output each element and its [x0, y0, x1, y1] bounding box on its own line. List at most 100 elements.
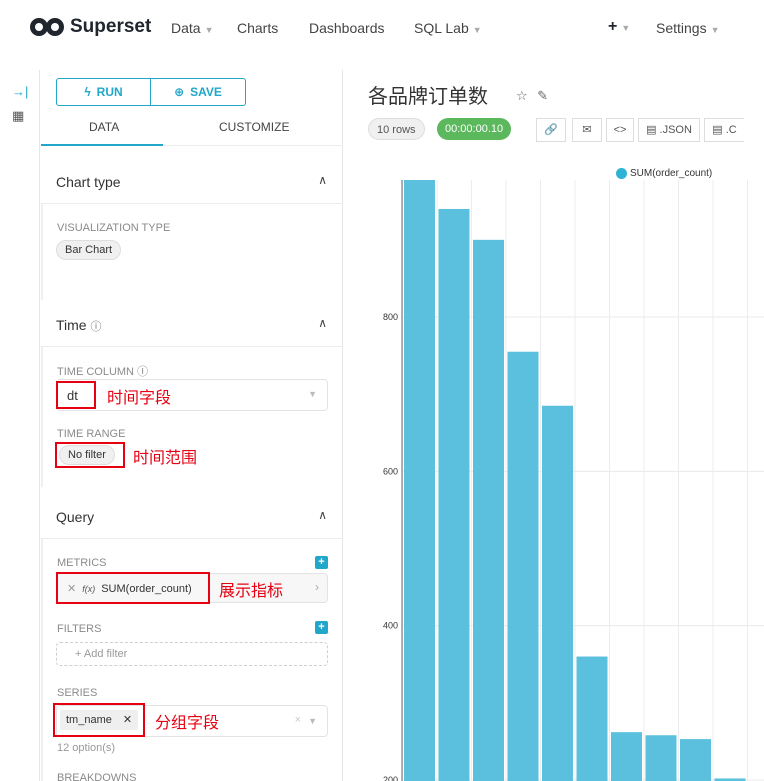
time-column-value: dt: [67, 388, 78, 403]
query-timer-badge: 00:00:00.10: [437, 118, 512, 140]
export-json-label: .JSON: [659, 124, 692, 136]
top-navbar: Superset Data ▼ Charts Dashboards SQL Lab…: [0, 0, 764, 58]
nav-new-menu[interactable]: + ▼: [608, 18, 630, 36]
time-range-label: TIME RANGE: [57, 428, 126, 440]
section-indent-bar: [41, 347, 43, 487]
metric-value: SUM(order_count): [101, 582, 192, 595]
nav-sqllab-menu[interactable]: SQL Lab ▼: [414, 20, 482, 36]
y-tick-label: 200: [383, 775, 398, 781]
dataset-grid-icon[interactable]: ▦: [12, 108, 24, 124]
run-button[interactable]: ϟ RUN: [56, 78, 151, 106]
superset-logo[interactable]: Superset: [28, 16, 151, 38]
add-metric-icon[interactable]: +: [315, 556, 328, 569]
nav-charts-link[interactable]: Charts: [237, 20, 278, 36]
run-save-group: ϟ RUN ⊕ SAVE: [56, 78, 246, 106]
save-label: SAVE: [190, 85, 222, 99]
save-button[interactable]: ⊕ SAVE: [151, 78, 246, 106]
chevron-down-icon: ▼: [621, 23, 631, 33]
series-tag[interactable]: tm_name ✕: [60, 710, 139, 730]
bar-2[interactable]: [473, 239, 504, 781]
bar-5[interactable]: [576, 656, 608, 781]
bar-chart: 200 400 600 800: [383, 180, 764, 781]
title-actions: ☆ ✎: [516, 88, 548, 104]
bar-3[interactable]: [507, 351, 539, 781]
filters-label: FILTERS: [57, 623, 102, 635]
nav-sqllab-label: SQL Lab: [414, 20, 469, 36]
edit-icon[interactable]: ✎: [537, 88, 548, 103]
chart-area: 各品牌订单数 ☆ ✎ 10 rows 00:00:00.10 🔗 ✉ <> ▤ …: [344, 70, 764, 781]
chart-title[interactable]: 各品牌订单数: [368, 80, 488, 109]
section-chart-type-header[interactable]: Chart type ∧: [41, 160, 343, 204]
section-indent-bar: [41, 539, 43, 781]
viz-type-label: VISUALIZATION TYPE: [57, 222, 171, 234]
chevron-up-icon: ∧: [318, 316, 327, 330]
brand-name: Superset: [70, 16, 152, 37]
nav-dashboards-link[interactable]: Dashboards: [309, 20, 385, 36]
metric-tag[interactable]: ✕ f(x) SUM(order_count): [67, 582, 192, 596]
nav-settings-menu[interactable]: Settings ▼: [656, 20, 720, 36]
panel-tabs: DATA CUSTOMIZE: [41, 118, 343, 146]
section-title-text: Time: [56, 317, 87, 333]
run-label: RUN: [96, 85, 123, 99]
remove-series-icon[interactable]: ✕: [123, 714, 132, 726]
superset-logo-icon: [28, 16, 68, 38]
add-filter-button[interactable]: + Add filter: [56, 642, 328, 666]
file-icon: ▤: [646, 124, 657, 136]
legend-label: SUM(order_count): [630, 168, 713, 179]
plus-icon: +: [608, 18, 618, 35]
bar-7[interactable]: [645, 735, 677, 781]
section-title: Chart type: [56, 174, 121, 190]
export-json-button[interactable]: ▤ .JSON: [638, 118, 700, 142]
series-label: SERIES: [57, 687, 98, 699]
email-icon[interactable]: ✉: [572, 118, 602, 142]
section-time-header[interactable]: Time ⓘ ∧: [41, 303, 343, 347]
export-csv-label: .C: [725, 124, 737, 136]
section-indent-bar: [41, 204, 43, 300]
annotation-time-column: 时间字段: [107, 388, 172, 407]
chevron-down-icon: ▼: [472, 25, 482, 35]
chart-legend[interactable]: SUM(order_count): [616, 168, 712, 179]
file-icon: ▤: [712, 124, 723, 136]
plus-circle-icon: ⊕: [174, 85, 185, 99]
time-column-label: TIME COLUMN ⓘ: [57, 363, 148, 379]
tab-data[interactable]: DATA: [89, 120, 119, 134]
viz-type-value[interactable]: Bar Chart: [56, 240, 122, 260]
remove-metric-icon[interactable]: ✕: [67, 582, 76, 595]
chevron-down-icon: ▼: [308, 389, 317, 399]
section-title: Time ⓘ: [56, 317, 101, 334]
chevron-up-icon: ∧: [318, 173, 327, 187]
bar-8[interactable]: [680, 739, 711, 781]
function-icon: f(x): [82, 583, 96, 594]
chevron-up-icon: ∧: [318, 508, 327, 522]
bar-4[interactable]: [542, 405, 573, 781]
section-title: Query: [56, 509, 95, 525]
expand-panel-icon[interactable]: →|: [12, 84, 28, 99]
series-value: tm_name: [66, 714, 112, 726]
annotation-series: 分组字段: [155, 713, 220, 732]
time-range-value[interactable]: No filter: [59, 445, 115, 465]
tab-customize[interactable]: CUSTOMIZE: [219, 120, 289, 134]
chevron-down-icon: ▼: [308, 716, 317, 726]
section-query-header[interactable]: Query ∧: [41, 495, 343, 539]
time-column-select[interactable]: ▼: [56, 379, 328, 411]
add-filter-icon[interactable]: +: [315, 621, 328, 634]
breakdowns-label: BREAKDOWNS: [57, 772, 137, 781]
embed-code-icon[interactable]: <>: [606, 118, 634, 142]
annotation-metrics: 展示指标: [219, 581, 284, 600]
clear-icon[interactable]: ×: [295, 714, 301, 726]
bar-0[interactable]: [404, 180, 435, 781]
info-icon: ⓘ: [137, 366, 149, 378]
info-icon: ⓘ: [90, 321, 102, 333]
series-options-count: 12 option(s): [57, 742, 116, 754]
link-icon[interactable]: 🔗: [536, 118, 566, 142]
bar-6[interactable]: [611, 732, 642, 781]
chevron-right-icon: ›: [315, 580, 319, 594]
star-icon[interactable]: ☆: [516, 88, 528, 103]
legend-swatch: [616, 168, 627, 179]
bar-1[interactable]: [438, 208, 470, 781]
nav-data-menu[interactable]: Data ▼: [171, 20, 214, 36]
annotation-time-range: 时间范围: [133, 448, 198, 467]
left-rail: →| ▦: [0, 70, 40, 781]
chevron-down-icon: ▼: [204, 25, 214, 35]
export-csv-button[interactable]: ▤ .C: [704, 118, 744, 142]
